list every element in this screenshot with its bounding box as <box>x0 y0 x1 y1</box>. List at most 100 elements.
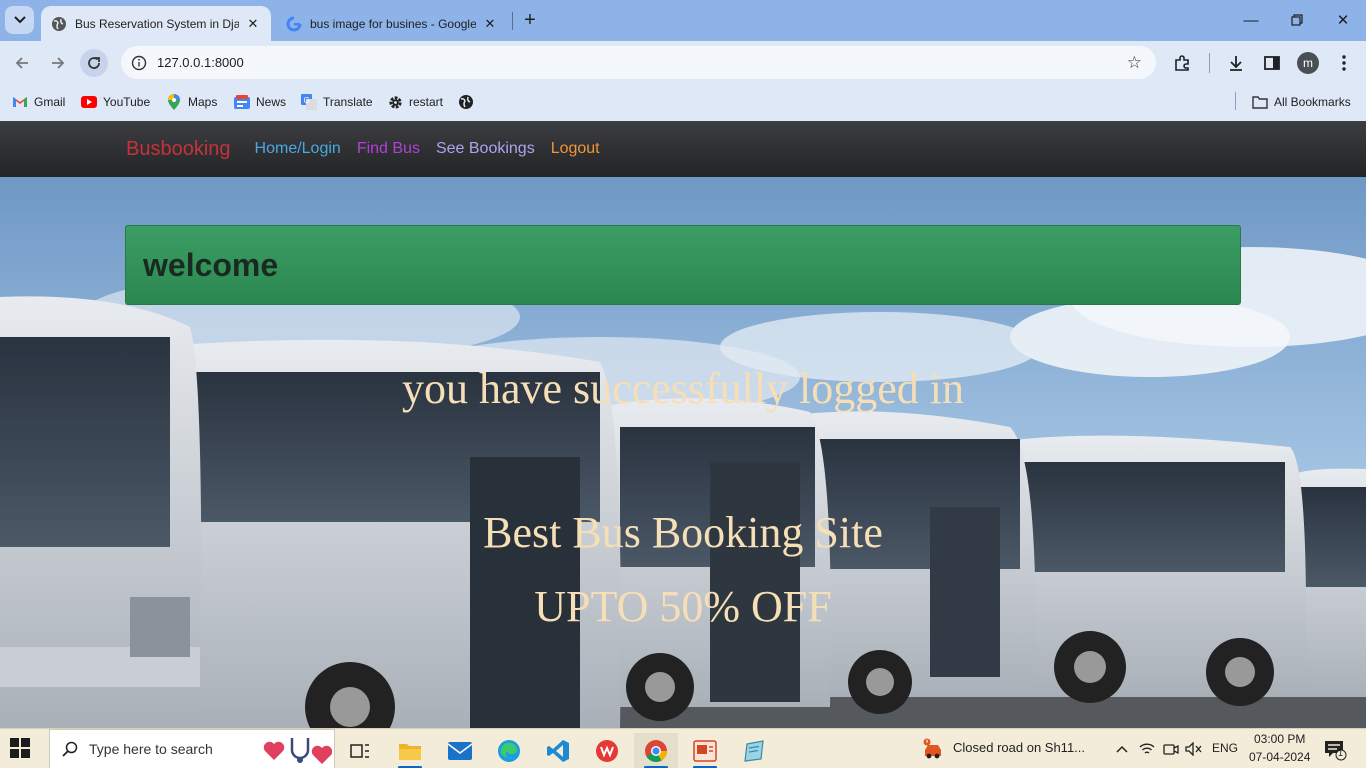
side-panel-icon[interactable] <box>1261 52 1283 74</box>
bookmarks-bar: Gmail YouTube Maps News G Translate rest… <box>0 85 1366 120</box>
arrow-left-icon <box>15 57 28 69</box>
vscode-app[interactable] <box>536 733 580 768</box>
mail-icon <box>448 742 472 760</box>
folder-icon <box>399 744 421 760</box>
site-brand[interactable]: Busbooking <box>126 138 231 161</box>
minimize-button[interactable]: — <box>1236 8 1266 32</box>
login-success-message: you have successfully logged in <box>401 364 965 413</box>
bookmark-gmail[interactable]: Gmail <box>12 92 65 112</box>
meet-now-icon[interactable] <box>1162 740 1180 758</box>
wps-office-app[interactable] <box>585 733 629 768</box>
search-placeholder: Type here to search <box>89 741 213 757</box>
folder-icon <box>1252 94 1268 110</box>
translate-icon: G <box>301 94 317 110</box>
close-window-button[interactable]: ✕ <box>1328 8 1358 32</box>
nav-home-login[interactable]: Home/Login <box>255 140 341 158</box>
clock-date[interactable]: 07-04-2024 <box>1249 750 1310 764</box>
bookmark-star-icon[interactable]: ☆ <box>1127 53 1142 73</box>
arrow-right-icon <box>52 57 65 69</box>
info-icon[interactable] <box>130 54 148 72</box>
language-indicator[interactable]: ENG <box>1212 741 1238 755</box>
taskbar-search-box[interactable]: Type here to search <box>49 729 335 768</box>
page-viewport: Busbooking Home/Login Find Bus See Booki… <box>0 121 1366 728</box>
clock-time[interactable]: 03:00 PM <box>1254 732 1305 746</box>
network-icon[interactable] <box>1138 740 1156 758</box>
browser-tab-strip: Bus Reservation System in Djan ✕ bus ima… <box>0 0 1366 41</box>
bookmark-news[interactable]: News <box>234 92 286 112</box>
restore-icon <box>1291 14 1303 26</box>
hero-offer: UPTO 50% OFF <box>534 582 832 631</box>
nav-logout[interactable]: Logout <box>551 140 600 158</box>
bookmark-label: Gmail <box>34 95 66 109</box>
file-explorer-app[interactable] <box>388 733 432 768</box>
new-tab-button[interactable]: + <box>518 8 542 32</box>
bookmark-youtube[interactable]: YouTube <box>81 92 150 112</box>
maps-icon <box>166 94 182 110</box>
bookmark-label: News <box>256 95 287 109</box>
search-icon <box>60 739 80 759</box>
search-highlight-hearts-icon <box>263 738 332 764</box>
bookmark-maps[interactable]: Maps <box>166 92 217 112</box>
close-icon[interactable]: ✕ <box>245 16 261 32</box>
notepad-app[interactable] <box>732 733 776 768</box>
wps-office-icon <box>596 740 618 762</box>
site-navbar: Busbooking Home/Login Find Bus See Booki… <box>0 121 1366 177</box>
edge-app[interactable] <box>487 733 531 768</box>
menu-kebab-icon[interactable] <box>1333 52 1355 74</box>
traffic-alert-icon[interactable] <box>922 737 946 761</box>
chrome-app[interactable] <box>634 733 678 768</box>
bookmark-label: YouTube <box>103 95 151 109</box>
news-widget-text[interactable]: Closed road on Sh11... <box>953 740 1085 755</box>
hero-headline: Best Bus Booking Site <box>483 508 883 557</box>
address-bar[interactable]: 127.0.0.1:8000 ☆ <box>121 46 1156 79</box>
notepad-icon <box>744 740 764 762</box>
toolbar-separator <box>1209 53 1210 73</box>
browser-toolbar: 127.0.0.1:8000 ☆ m <box>0 41 1366 85</box>
tab-separator <box>512 12 513 30</box>
task-view-icon <box>350 744 369 758</box>
youtube-icon <box>81 94 97 110</box>
task-view-button[interactable] <box>338 733 382 768</box>
tab-search-button[interactable] <box>5 6 34 34</box>
vscode-icon <box>547 740 569 762</box>
nav-find-bus[interactable]: Find Bus <box>357 140 420 158</box>
tab-bus-reservation[interactable]: Bus Reservation System in Djan ✕ <box>41 6 271 41</box>
back-button[interactable] <box>8 49 36 77</box>
nav-see-bookings[interactable]: See Bookings <box>436 140 535 158</box>
all-bookmarks-label: All Bookmarks <box>1274 95 1351 109</box>
forward-button[interactable] <box>44 49 72 77</box>
speaker-muted-icon[interactable] <box>1185 740 1203 758</box>
edge-icon <box>498 740 520 762</box>
windows-start-button[interactable] <box>10 738 32 760</box>
url-text[interactable]: 127.0.0.1:8000 <box>157 55 244 70</box>
bookmark-translate[interactable]: G Translate <box>301 92 373 112</box>
chevron-up-icon[interactable] <box>1113 740 1131 758</box>
bookmark-label: Translate <box>323 95 373 109</box>
profile-avatar[interactable]: m <box>1297 52 1319 74</box>
chevron-down-icon <box>13 16 26 24</box>
gear-icon <box>387 94 403 110</box>
mail-app[interactable] <box>438 733 482 768</box>
gmail-icon <box>12 94 28 110</box>
bookmark-restart[interactable]: restart <box>387 92 443 112</box>
welcome-alert: welcome <box>125 225 1241 305</box>
news-icon <box>234 94 250 110</box>
all-bookmarks[interactable]: All Bookmarks <box>1252 92 1351 112</box>
notification-center-icon[interactable]: 1 <box>1323 739 1347 761</box>
bookmark-globe[interactable] <box>458 92 480 112</box>
tab-google-search[interactable]: bus image for busines - Google ✕ <box>276 6 508 41</box>
extensions-icon[interactable] <box>1171 52 1193 74</box>
reload-button[interactable] <box>80 49 108 77</box>
globe-icon <box>51 16 67 32</box>
reload-icon <box>88 57 100 69</box>
tab-title: bus image for busines - Google <box>310 16 476 31</box>
svg-text:G: G <box>304 96 310 105</box>
download-icon[interactable] <box>1225 52 1247 74</box>
globe-icon <box>458 94 474 110</box>
powerpoint-app[interactable] <box>683 733 727 768</box>
close-icon[interactable]: ✕ <box>482 16 498 32</box>
alert-text: welcome <box>143 246 279 283</box>
bookmark-label: restart <box>409 95 444 109</box>
restore-button[interactable] <box>1282 8 1312 32</box>
hero-section: welcome you have successfully logged in … <box>0 177 1366 728</box>
